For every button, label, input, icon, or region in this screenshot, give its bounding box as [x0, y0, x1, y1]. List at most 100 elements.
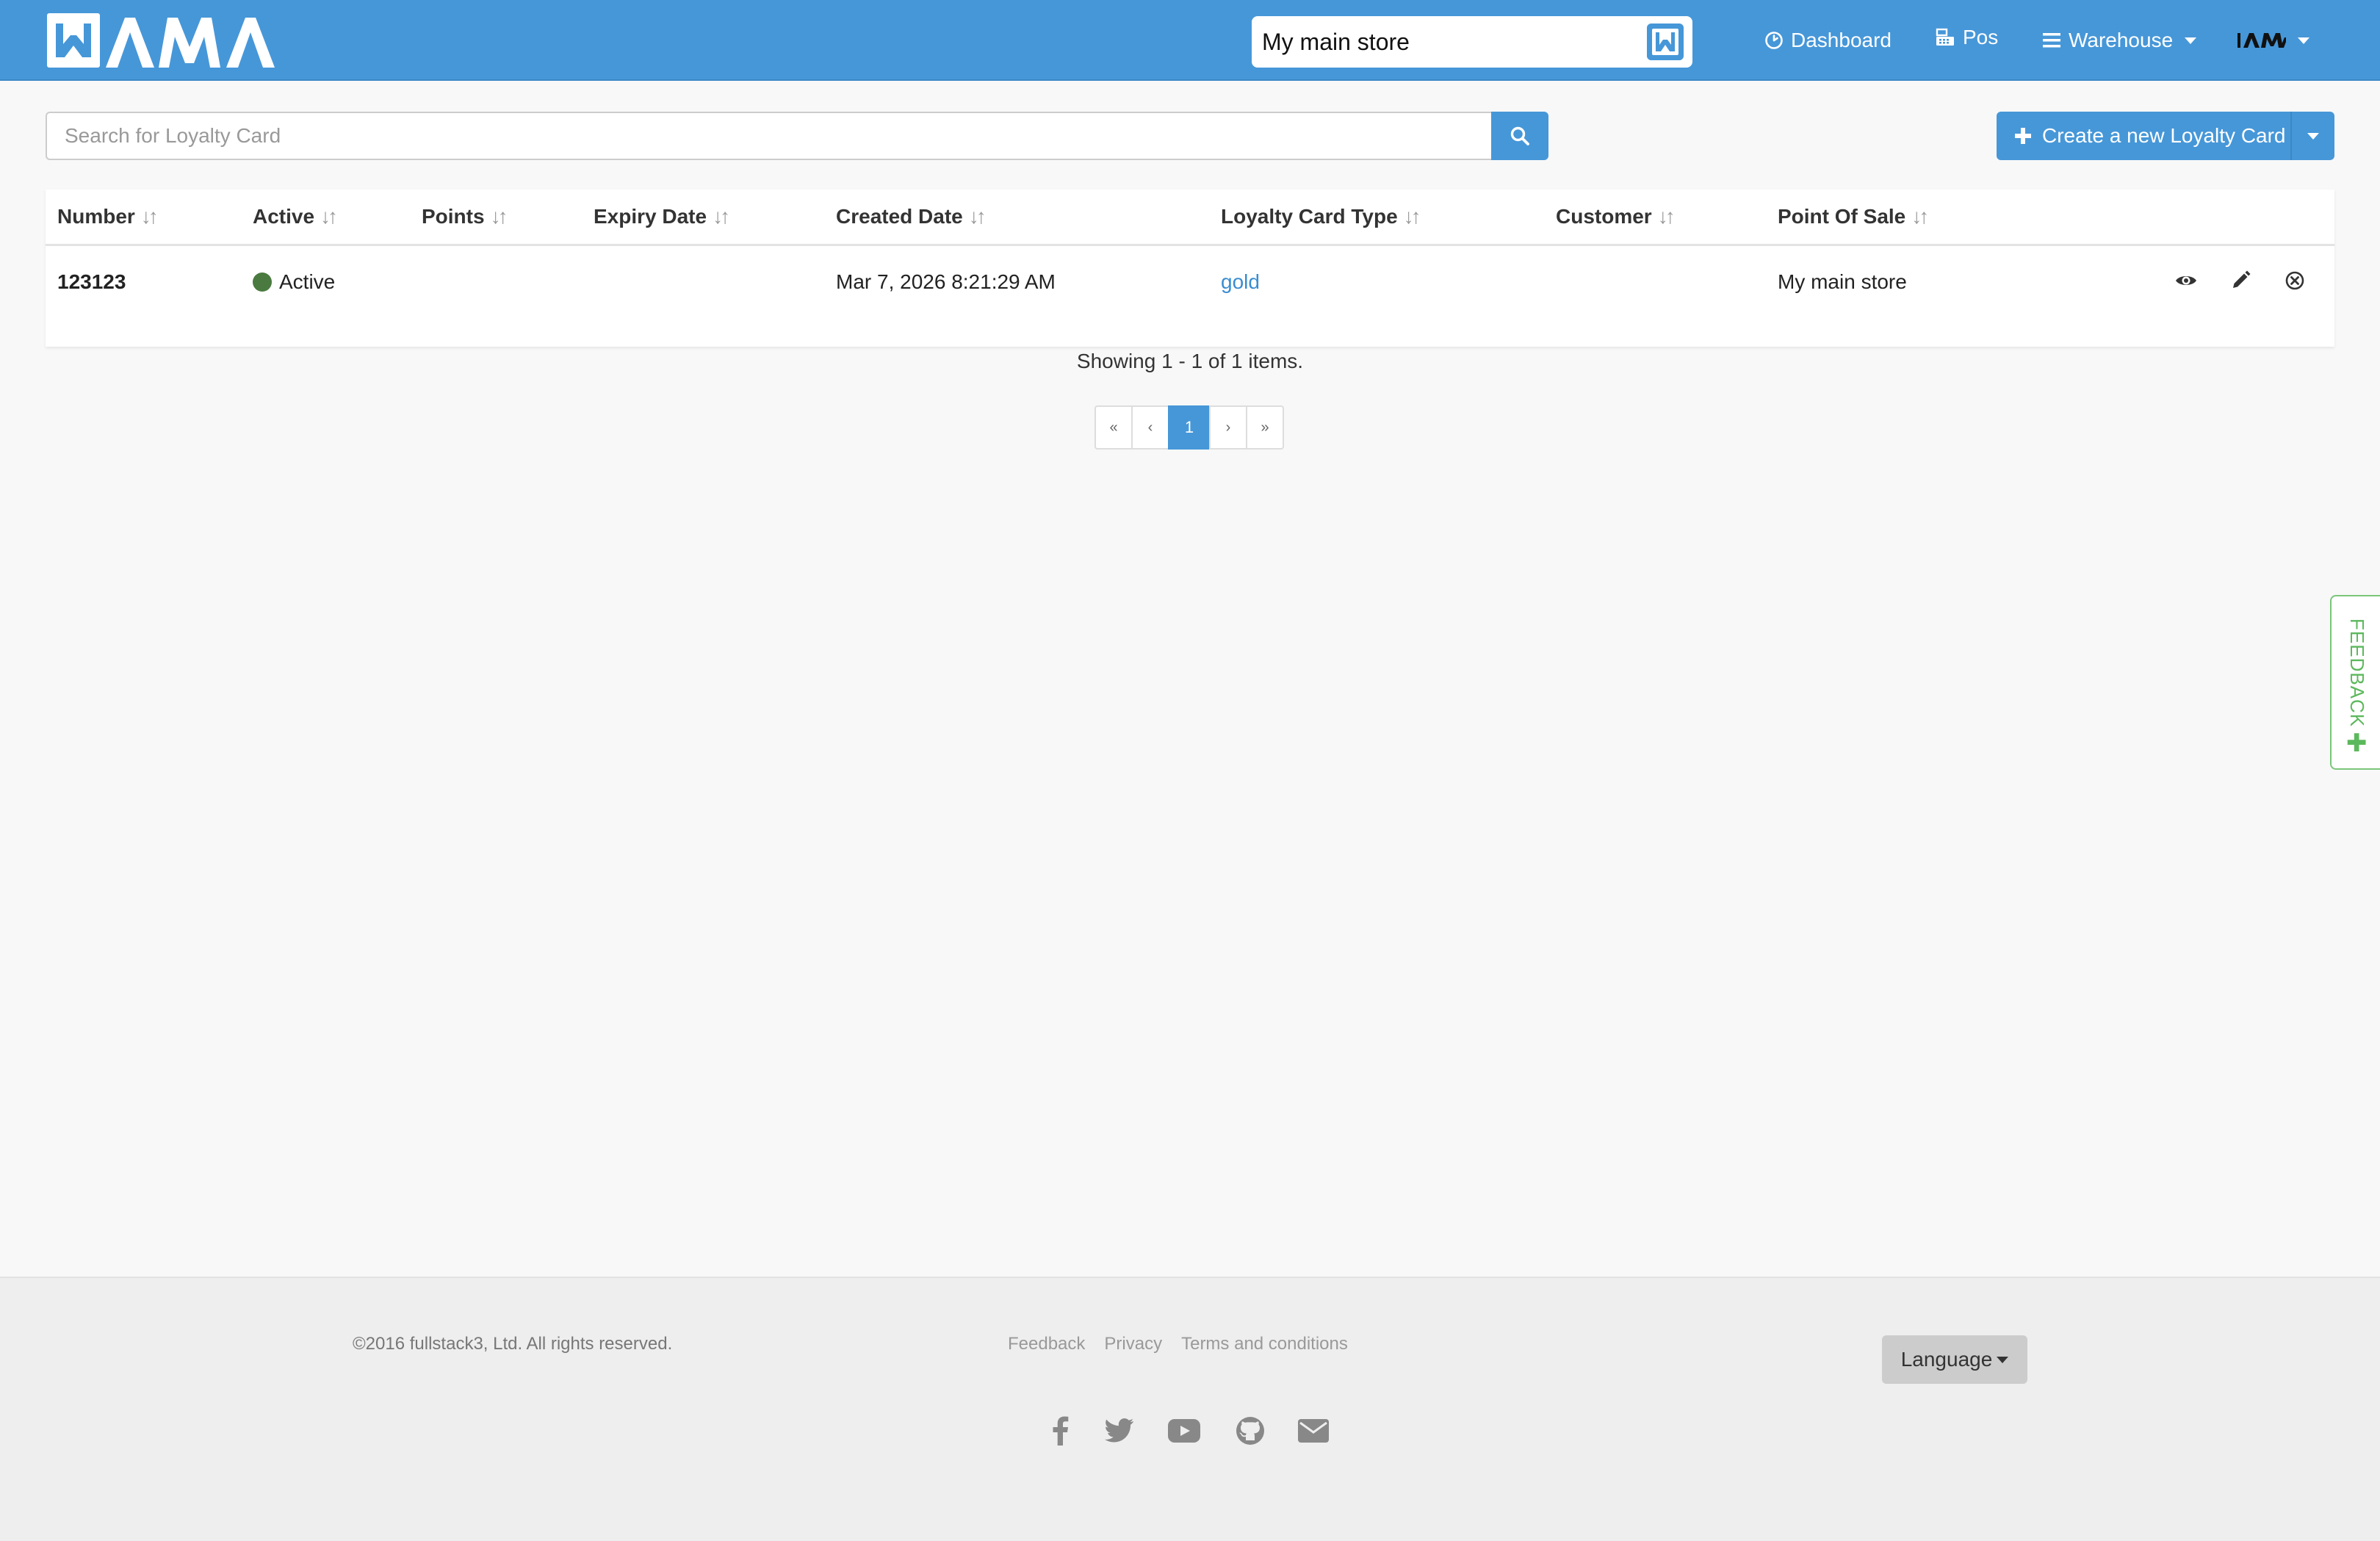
card-number: 123123 [57, 270, 126, 293]
create-options-dropdown[interactable] [2290, 112, 2334, 160]
feedback-tab-label: FEEDBACK [2346, 618, 2368, 728]
pagination: « ‹ 1 › » [1095, 405, 1284, 450]
youtube-link[interactable] [1165, 1412, 1203, 1450]
column-header-number[interactable]: Number ↓↑ [57, 197, 159, 237]
sort-icon: ↓↑ [320, 205, 338, 228]
column-header-label: Expiry Date [594, 205, 707, 228]
user-logo-icon [2237, 33, 2286, 48]
nav-warehouse-label: Warehouse [2069, 29, 2174, 51]
remove-circle-icon [2285, 271, 2304, 290]
chevron-down-icon [1997, 1356, 2009, 1363]
page-prev-button[interactable]: ‹ [1131, 405, 1169, 450]
column-header-label: Loyalty Card Type [1221, 205, 1398, 228]
twitter-link[interactable] [1100, 1412, 1139, 1450]
sort-icon: ↓↑ [1403, 205, 1421, 228]
sort-icon: ↓↑ [490, 205, 508, 228]
column-header-created-date[interactable]: Created Date ↓↑ [836, 197, 987, 237]
plus-icon [2015, 128, 2031, 144]
pencil-icon [2233, 270, 2251, 288]
store-selector[interactable]: My main store [1252, 16, 1692, 68]
view-button[interactable] [2170, 264, 2202, 297]
delete-button[interactable] [2279, 264, 2311, 297]
pos-icon [1936, 28, 1954, 46]
active-status-label: Active [279, 270, 336, 293]
nav-dashboard-label: Dashboard [1791, 29, 1892, 51]
page-current-button[interactable]: 1 [1168, 405, 1211, 450]
column-header-point-of-sale[interactable]: Point Of Sale ↓↑ [1778, 197, 1929, 237]
column-header-loyalty-card-type[interactable]: Loyalty Card Type ↓↑ [1221, 197, 1421, 237]
column-header-label: Point Of Sale [1778, 205, 1906, 228]
email-link[interactable] [1294, 1412, 1333, 1450]
twitter-icon [1105, 1418, 1133, 1443]
cell-active: Active [253, 261, 335, 303]
search-button[interactable] [1491, 112, 1548, 160]
chevron-down-icon [2307, 132, 2319, 140]
eye-icon [2176, 276, 2196, 285]
cell-number: 123123 [57, 261, 126, 303]
page-first-button[interactable]: « [1095, 405, 1133, 450]
account-dropdown[interactable] [2237, 22, 2309, 59]
column-header-label: Created Date [836, 205, 963, 228]
loyalty-card-table [46, 190, 2334, 347]
column-header-label: Customer [1556, 205, 1652, 228]
language-label: Language [1900, 1348, 1993, 1371]
sort-icon: ↓↑ [1657, 205, 1676, 228]
page-next-button[interactable]: › [1209, 405, 1247, 450]
github-link[interactable] [1231, 1412, 1269, 1450]
search-icon [1510, 126, 1529, 145]
column-header-label: Active [253, 205, 315, 228]
dashboard-icon [1765, 32, 1783, 49]
column-header-points[interactable]: Points ↓↑ [422, 197, 508, 237]
sort-icon: ↓↑ [713, 205, 730, 228]
active-status-dot [253, 273, 272, 292]
sort-icon: ↓↑ [1911, 205, 1929, 228]
nav-warehouse-dropdown[interactable]: Warehouse [2042, 22, 2197, 59]
create-loyalty-card-button[interactable]: Create a new Loyalty Card [1997, 112, 2290, 160]
created-date-value: Mar 7, 2026 8:21:29 AM [836, 270, 1056, 293]
results-count: Showing 1 - 1 of 1 items. [46, 345, 2334, 378]
results-count-text: Showing 1 - 1 of 1 items. [1076, 350, 1304, 372]
cell-created-date: Mar 7, 2026 8:21:29 AM [836, 261, 1056, 303]
youtube-icon [1168, 1419, 1200, 1443]
menu-icon [2043, 33, 2060, 48]
footer-link-feedback[interactable]: Feedback [1008, 1334, 1085, 1354]
wama-logo[interactable] [46, 12, 281, 71]
sort-icon: ↓↑ [140, 205, 159, 228]
language-dropdown[interactable]: Language [1882, 1335, 2027, 1384]
w-logo-icon [1647, 24, 1684, 60]
facebook-icon [1053, 1416, 1069, 1446]
sort-icon: ↓↑ [968, 205, 987, 228]
point-of-sale-value: My main store [1778, 270, 1907, 293]
search-input[interactable]: Search for Loyalty Card [46, 112, 1491, 160]
edit-button[interactable] [2224, 264, 2257, 297]
plus-icon: ✚ [2346, 729, 2368, 757]
search-placeholder: Search for Loyalty Card [65, 124, 281, 147]
chevron-down-icon [2298, 37, 2309, 44]
nav-pos-label: Pos [1963, 26, 1999, 48]
facebook-link[interactable] [1042, 1412, 1080, 1450]
column-header-label: Points [422, 205, 485, 228]
envelope-icon [1298, 1419, 1329, 1443]
page-last-button[interactable]: » [1246, 405, 1284, 450]
column-header-active[interactable]: Active ↓↑ [253, 197, 338, 237]
github-icon [1236, 1417, 1264, 1445]
chevron-down-icon [2185, 37, 2197, 44]
footer-link-privacy[interactable]: Privacy [1104, 1334, 1162, 1354]
top-navbar [0, 0, 2380, 81]
copyright-text: ©2016 fullstack3, Ltd. All rights reserv… [353, 1334, 673, 1354]
table-header-divider [46, 244, 2334, 246]
footer-links: Feedback Privacy Terms and conditions [1008, 1334, 1348, 1354]
store-selector-value: My main store [1262, 28, 1410, 55]
column-header-customer[interactable]: Customer ↓↑ [1556, 197, 1676, 237]
footer [0, 1277, 2380, 1541]
footer-link-terms[interactable]: Terms and conditions [1181, 1334, 1348, 1354]
loyalty-card-type-link[interactable]: gold [1221, 270, 1260, 294]
cell-point-of-sale: My main store [1778, 261, 1907, 303]
nav-dashboard[interactable]: Dashboard [1764, 22, 1892, 59]
column-header-expiry-date[interactable]: Expiry Date ↓↑ [594, 197, 730, 237]
cell-loyalty-card-type: gold [1221, 261, 1260, 303]
nav-pos[interactable]: Pos [1935, 19, 1998, 56]
column-header-label: Number [57, 205, 135, 228]
feedback-tab[interactable]: FEEDBACK ✚ [2330, 595, 2380, 770]
create-loyalty-card-label: Create a new Loyalty Card [2042, 124, 2286, 147]
